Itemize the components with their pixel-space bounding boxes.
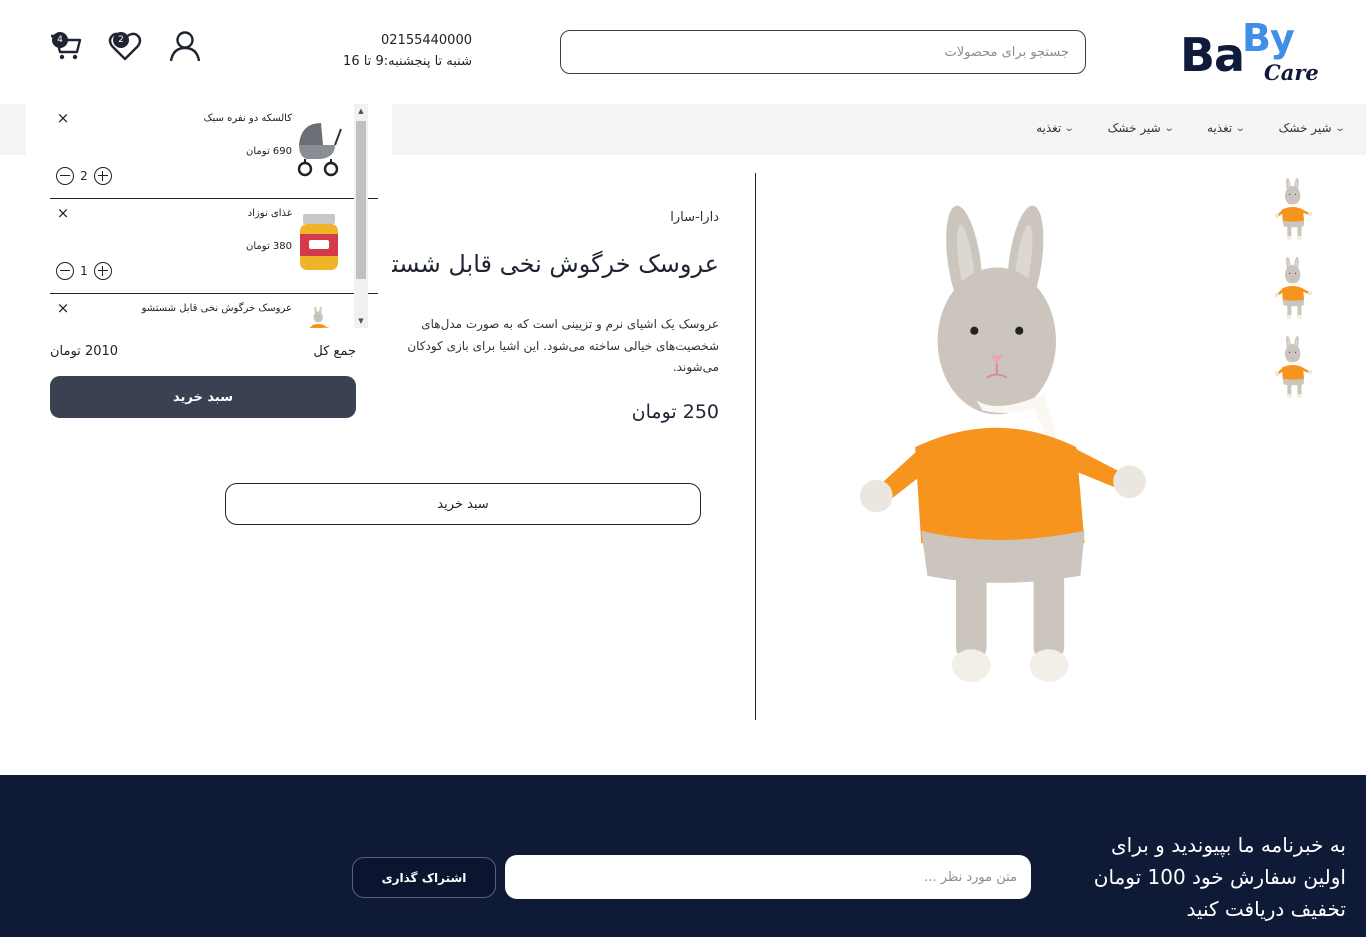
phone-number: 02155440000: [381, 33, 472, 48]
bunny-doll-image: [852, 198, 1162, 688]
cart-item: × غذای نوزاد 380 تومان 1: [50, 199, 378, 294]
quantity-value: 2: [80, 169, 88, 183]
nav-item-nutrition-1[interactable]: تغذیه ⌄: [1207, 121, 1246, 135]
stroller-icon: [297, 123, 342, 177]
product-main-image[interactable]: [852, 198, 1162, 688]
scrollbar-thumb[interactable]: [356, 121, 366, 279]
decrease-quantity-button[interactable]: [56, 262, 74, 280]
product-thumbnail[interactable]: [1266, 251, 1322, 325]
chevron-down-icon: ⌄: [1064, 122, 1075, 134]
product-details: دارا-سارا عروسک خرگوش نخی قابل شستشو عرو…: [392, 210, 719, 423]
brand-logo[interactable]: Ba By Care: [1180, 16, 1320, 88]
newsletter-input[interactable]: [505, 855, 1031, 899]
nav-bar-edge: [0, 104, 26, 155]
view-cart-button[interactable]: سبد خرید: [50, 376, 356, 418]
cart-count-badge: 4: [52, 32, 68, 48]
decrease-quantity-button[interactable]: [56, 167, 74, 185]
wishlist-button[interactable]: 2: [107, 28, 143, 64]
newsletter-text: به خبرنامه ما بپیوندید و برای اولین سفار…: [1093, 833, 1346, 921]
cart-total-value: 2010 تومان: [50, 344, 119, 359]
remove-item-icon[interactable]: ×: [56, 111, 70, 126]
logo-by: By: [1242, 16, 1295, 60]
chevron-down-icon: ⌄: [1163, 122, 1175, 134]
description-line: می‌شوند.: [672, 360, 719, 374]
cart-item-price: 380 تومان: [246, 241, 292, 252]
cart-button[interactable]: 4: [48, 28, 84, 64]
cart-scrollbar[interactable]: ▲ ▼: [354, 104, 368, 328]
remove-item-icon[interactable]: ×: [56, 206, 70, 221]
remove-item-icon[interactable]: ×: [56, 301, 70, 316]
subscribe-button[interactable]: اشتراک گذاری: [352, 857, 496, 898]
bunny-doll-image: [1274, 256, 1314, 320]
quantity-stepper: 2: [56, 167, 112, 185]
product-price: 250 تومان: [631, 400, 719, 423]
cart-item-name: عروسک خرگوش نخی قابل شستشو: [141, 303, 292, 314]
scroll-up-arrow-icon[interactable]: ▲: [354, 104, 368, 118]
nav-item-label: تغذیه: [1036, 121, 1062, 135]
description-line: شخصیت‌های خیالی ساخته می‌شود. این اشیا ب…: [407, 338, 719, 353]
cart-item-name: کالسکه دو نفره سبک: [203, 113, 292, 124]
cart-total-label: جمع کل: [313, 344, 356, 359]
scroll-down-arrow-icon[interactable]: ▼: [354, 314, 368, 328]
cart-item: × عروسک خرگوش نخی قابل شستشو: [50, 294, 378, 328]
newsletter-footer: به خبرنامه ما بپیوندید و برای اولین سفار…: [0, 775, 1366, 937]
cart-dropdown: × کالسکه دو نفره سبک 690 تومان 2 × غذای …: [26, 104, 378, 434]
product-thumbnails: [1266, 172, 1322, 409]
user-icon: [169, 31, 201, 62]
add-to-cart-button[interactable]: سبد خرید: [225, 483, 701, 525]
search-input[interactable]: [561, 31, 1085, 73]
quantity-value: 1: [80, 264, 88, 278]
logo-ba: Ba: [1180, 28, 1245, 82]
increase-quantity-button[interactable]: [94, 167, 112, 185]
product-brand[interactable]: دارا-سارا: [392, 210, 719, 238]
nav-item-formula-1[interactable]: شیر خشک ⌄: [1278, 121, 1346, 135]
nav-item-label: شیر خشک: [1278, 121, 1332, 135]
cart-item-name: غذای نوزاد: [247, 208, 292, 219]
chevron-down-icon: ⌄: [1334, 122, 1346, 134]
description-line: عروسک یک اشیای نرم و تزیینی است که به صو…: [421, 317, 719, 331]
cart-item-price: 690 تومان: [246, 146, 292, 157]
stroller-image: [290, 116, 348, 178]
nav-item-label: شیر خشک: [1107, 121, 1161, 135]
working-hours: شنبه تا پنجشنبه:9 تا 16: [343, 54, 472, 69]
product-title: عروسک خرگوش نخی قابل شستشو: [392, 250, 719, 278]
baby-food-jar-image: [290, 211, 348, 273]
chevron-down-icon: ⌄: [1234, 122, 1246, 134]
bunny-doll-image: [307, 306, 331, 328]
product-thumbnail[interactable]: [1266, 330, 1322, 404]
nav-item-formula-2[interactable]: شیر خشک ⌄: [1107, 121, 1175, 135]
cart-items-list[interactable]: × کالسکه دو نفره سبک 690 تومان 2 × غذای …: [50, 104, 378, 328]
bunny-doll-image: [1274, 335, 1314, 399]
bunny-doll-thumb: [290, 306, 348, 328]
wishlist-count-badge: 2: [113, 32, 129, 48]
increase-quantity-button[interactable]: [94, 262, 112, 280]
product-description: عروسک یک اشیای نرم و تزیینی است که به صو…: [392, 314, 719, 379]
search-box: [560, 30, 1086, 74]
main-nav: شیر خشک ⌄ تغذیه ⌄ شیر خشک ⌄ تغذیه ⌄: [392, 104, 1366, 155]
product-divider: [755, 173, 756, 720]
nav-item-nutrition-2[interactable]: تغذیه ⌄: [1036, 121, 1075, 135]
logo-care: Care: [1264, 60, 1319, 85]
account-button[interactable]: [167, 28, 203, 64]
quantity-stepper: 1: [56, 262, 112, 280]
product-thumbnail[interactable]: [1266, 172, 1322, 246]
cart-item: × کالسکه دو نفره سبک 690 تومان 2: [50, 104, 378, 199]
bunny-doll-image: [1274, 177, 1314, 241]
jar-icon: [300, 214, 338, 270]
nav-item-label: تغذیه: [1207, 121, 1233, 135]
contact-info: 02155440000 شنبه تا پنجشنبه:9 تا 16: [300, 30, 472, 72]
